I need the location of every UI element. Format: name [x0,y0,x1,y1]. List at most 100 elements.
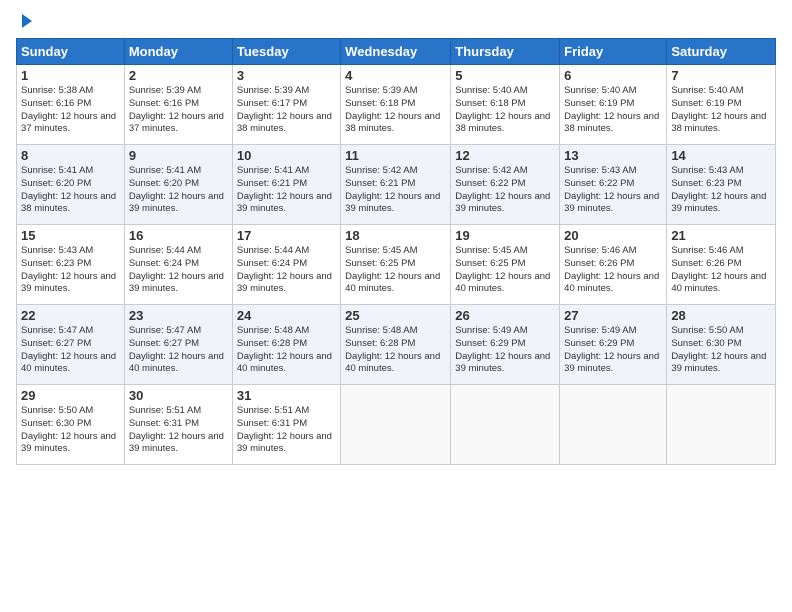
day-number: 28 [671,308,771,323]
calendar-cell [667,385,776,465]
day-number: 22 [21,308,120,323]
day-number: 18 [345,228,446,243]
day-info: Sunrise: 5:50 AM Sunset: 6:30 PM Dayligh… [671,325,771,376]
day-number: 13 [564,148,662,163]
day-number: 3 [237,68,336,83]
calendar-cell: 29 Sunrise: 5:50 AM Sunset: 6:30 PM Dayl… [17,385,125,465]
calendar-cell [341,385,451,465]
calendar-row: 15 Sunrise: 5:43 AM Sunset: 6:23 PM Dayl… [17,225,776,305]
calendar-cell: 2 Sunrise: 5:39 AM Sunset: 6:16 PM Dayli… [124,65,232,145]
calendar-table: Sunday Monday Tuesday Wednesday Thursday… [16,38,776,465]
day-info: Sunrise: 5:40 AM Sunset: 6:19 PM Dayligh… [564,85,662,136]
day-info: Sunrise: 5:39 AM Sunset: 6:18 PM Dayligh… [345,85,446,136]
calendar-cell: 24 Sunrise: 5:48 AM Sunset: 6:28 PM Dayl… [232,305,340,385]
day-number: 2 [129,68,228,83]
day-number: 31 [237,388,336,403]
day-number: 8 [21,148,120,163]
col-wednesday: Wednesday [341,39,451,65]
day-info: Sunrise: 5:44 AM Sunset: 6:24 PM Dayligh… [237,245,336,296]
calendar-cell [451,385,560,465]
calendar-cell: 7 Sunrise: 5:40 AM Sunset: 6:19 PM Dayli… [667,65,776,145]
day-number: 12 [455,148,555,163]
calendar-cell: 14 Sunrise: 5:43 AM Sunset: 6:23 PM Dayl… [667,145,776,225]
calendar-cell: 23 Sunrise: 5:47 AM Sunset: 6:27 PM Dayl… [124,305,232,385]
calendar-cell: 15 Sunrise: 5:43 AM Sunset: 6:23 PM Dayl… [17,225,125,305]
day-number: 1 [21,68,120,83]
calendar-row: 22 Sunrise: 5:47 AM Sunset: 6:27 PM Dayl… [17,305,776,385]
calendar-cell: 16 Sunrise: 5:44 AM Sunset: 6:24 PM Dayl… [124,225,232,305]
calendar-cell: 4 Sunrise: 5:39 AM Sunset: 6:18 PM Dayli… [341,65,451,145]
day-number: 24 [237,308,336,323]
day-number: 6 [564,68,662,83]
calendar-cell: 25 Sunrise: 5:48 AM Sunset: 6:28 PM Dayl… [341,305,451,385]
day-info: Sunrise: 5:45 AM Sunset: 6:25 PM Dayligh… [455,245,555,296]
calendar-cell: 21 Sunrise: 5:46 AM Sunset: 6:26 PM Dayl… [667,225,776,305]
day-number: 7 [671,68,771,83]
col-saturday: Saturday [667,39,776,65]
calendar-cell: 9 Sunrise: 5:41 AM Sunset: 6:20 PM Dayli… [124,145,232,225]
day-info: Sunrise: 5:39 AM Sunset: 6:17 PM Dayligh… [237,85,336,136]
day-info: Sunrise: 5:50 AM Sunset: 6:30 PM Dayligh… [21,405,120,456]
day-number: 4 [345,68,446,83]
calendar-cell: 22 Sunrise: 5:47 AM Sunset: 6:27 PM Dayl… [17,305,125,385]
day-info: Sunrise: 5:49 AM Sunset: 6:29 PM Dayligh… [455,325,555,376]
col-thursday: Thursday [451,39,560,65]
calendar-cell: 11 Sunrise: 5:42 AM Sunset: 6:21 PM Dayl… [341,145,451,225]
calendar-cell: 1 Sunrise: 5:38 AM Sunset: 6:16 PM Dayli… [17,65,125,145]
calendar-cell: 26 Sunrise: 5:49 AM Sunset: 6:29 PM Dayl… [451,305,560,385]
calendar-cell: 18 Sunrise: 5:45 AM Sunset: 6:25 PM Dayl… [341,225,451,305]
calendar-cell: 5 Sunrise: 5:40 AM Sunset: 6:18 PM Dayli… [451,65,560,145]
day-number: 20 [564,228,662,243]
logo [16,16,32,28]
day-info: Sunrise: 5:43 AM Sunset: 6:23 PM Dayligh… [671,165,771,216]
day-info: Sunrise: 5:41 AM Sunset: 6:20 PM Dayligh… [129,165,228,216]
day-info: Sunrise: 5:46 AM Sunset: 6:26 PM Dayligh… [671,245,771,296]
day-info: Sunrise: 5:40 AM Sunset: 6:19 PM Dayligh… [671,85,771,136]
calendar-cell: 19 Sunrise: 5:45 AM Sunset: 6:25 PM Dayl… [451,225,560,305]
day-number: 21 [671,228,771,243]
calendar-cell: 3 Sunrise: 5:39 AM Sunset: 6:17 PM Dayli… [232,65,340,145]
day-info: Sunrise: 5:41 AM Sunset: 6:21 PM Dayligh… [237,165,336,216]
calendar-cell: 31 Sunrise: 5:51 AM Sunset: 6:31 PM Dayl… [232,385,340,465]
calendar-header-row: Sunday Monday Tuesday Wednesday Thursday… [17,39,776,65]
day-number: 27 [564,308,662,323]
day-info: Sunrise: 5:43 AM Sunset: 6:23 PM Dayligh… [21,245,120,296]
day-number: 26 [455,308,555,323]
day-info: Sunrise: 5:45 AM Sunset: 6:25 PM Dayligh… [345,245,446,296]
logo-arrow-icon [22,14,32,28]
day-info: Sunrise: 5:42 AM Sunset: 6:21 PM Dayligh… [345,165,446,216]
day-number: 23 [129,308,228,323]
col-tuesday: Tuesday [232,39,340,65]
day-info: Sunrise: 5:46 AM Sunset: 6:26 PM Dayligh… [564,245,662,296]
day-info: Sunrise: 5:43 AM Sunset: 6:22 PM Dayligh… [564,165,662,216]
day-number: 19 [455,228,555,243]
calendar-cell: 8 Sunrise: 5:41 AM Sunset: 6:20 PM Dayli… [17,145,125,225]
calendar-cell: 27 Sunrise: 5:49 AM Sunset: 6:29 PM Dayl… [560,305,667,385]
calendar-cell: 30 Sunrise: 5:51 AM Sunset: 6:31 PM Dayl… [124,385,232,465]
calendar-row: 1 Sunrise: 5:38 AM Sunset: 6:16 PM Dayli… [17,65,776,145]
day-number: 5 [455,68,555,83]
calendar-cell: 20 Sunrise: 5:46 AM Sunset: 6:26 PM Dayl… [560,225,667,305]
day-number: 15 [21,228,120,243]
calendar-cell: 6 Sunrise: 5:40 AM Sunset: 6:19 PM Dayli… [560,65,667,145]
day-info: Sunrise: 5:47 AM Sunset: 6:27 PM Dayligh… [21,325,120,376]
day-number: 16 [129,228,228,243]
calendar-cell: 28 Sunrise: 5:50 AM Sunset: 6:30 PM Dayl… [667,305,776,385]
day-info: Sunrise: 5:51 AM Sunset: 6:31 PM Dayligh… [129,405,228,456]
day-info: Sunrise: 5:48 AM Sunset: 6:28 PM Dayligh… [237,325,336,376]
day-number: 29 [21,388,120,403]
day-number: 11 [345,148,446,163]
day-number: 9 [129,148,228,163]
calendar-cell: 12 Sunrise: 5:42 AM Sunset: 6:22 PM Dayl… [451,145,560,225]
day-info: Sunrise: 5:38 AM Sunset: 6:16 PM Dayligh… [21,85,120,136]
header [16,16,776,28]
col-monday: Monday [124,39,232,65]
calendar-row: 8 Sunrise: 5:41 AM Sunset: 6:20 PM Dayli… [17,145,776,225]
day-info: Sunrise: 5:39 AM Sunset: 6:16 PM Dayligh… [129,85,228,136]
day-number: 25 [345,308,446,323]
col-sunday: Sunday [17,39,125,65]
calendar-row: 29 Sunrise: 5:50 AM Sunset: 6:30 PM Dayl… [17,385,776,465]
col-friday: Friday [560,39,667,65]
day-info: Sunrise: 5:44 AM Sunset: 6:24 PM Dayligh… [129,245,228,296]
day-info: Sunrise: 5:49 AM Sunset: 6:29 PM Dayligh… [564,325,662,376]
